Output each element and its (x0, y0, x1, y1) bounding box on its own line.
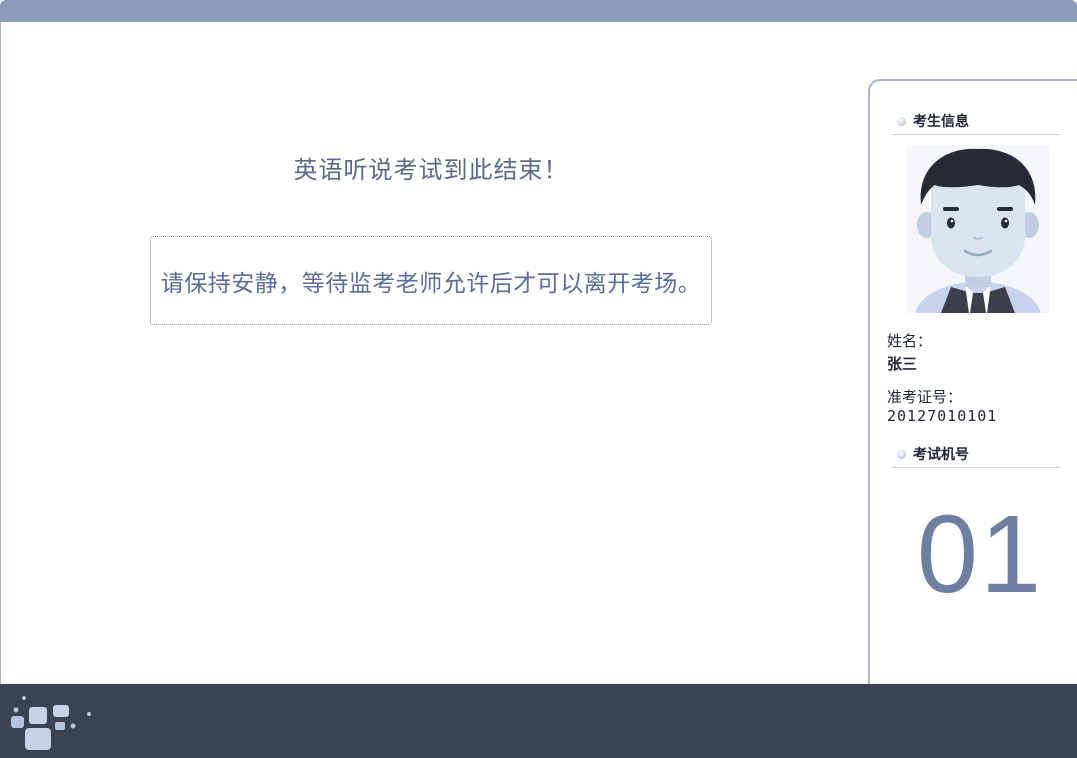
name-label: 姓名： (887, 332, 933, 350)
candidate-info-panel: 考生信息 姓名： 张三 准考证号： 20127010101 考试机号 01 (868, 79, 1077, 719)
logo-icon (11, 696, 91, 750)
notice-box: 请保持安静，等待监考老师允许后才可以离开考场。 (150, 236, 712, 325)
footer-bar (0, 684, 1077, 758)
bullet-dot-icon (897, 449, 906, 459)
machine-number-label: 考试机号 (913, 447, 969, 463)
candidate-info-header: 考生信息 (892, 108, 1060, 135)
avatar-icon (907, 145, 1049, 313)
frame-border (0, 22, 1, 684)
machine-number-header: 考试机号 (892, 441, 1060, 468)
notice-text: 请保持安静，等待监考老师允许后才可以离开考场。 (160, 270, 702, 297)
ticket-number-label: 准考证号： (887, 388, 963, 406)
machine-number: 01 (916, 493, 1044, 616)
candidate-info-label: 考生信息 (913, 114, 969, 130)
ticket-number-value: 20127010101 (887, 407, 998, 425)
exam-end-title: 英语听说考试到此结束！ (293, 156, 569, 184)
name-value: 张三 (887, 355, 918, 373)
window-title-bar (0, 0, 1077, 22)
bullet-dot-icon (897, 116, 906, 126)
